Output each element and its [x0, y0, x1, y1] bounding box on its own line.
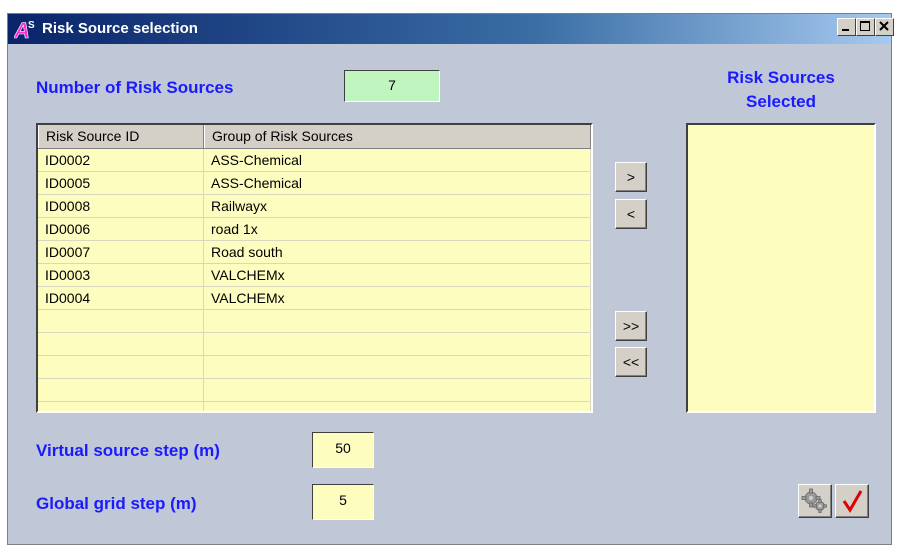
add-selected-button[interactable]: >	[615, 162, 647, 192]
maximize-icon	[860, 21, 870, 31]
cell-group: VALCHEMx	[204, 264, 591, 286]
risk-sources-table[interactable]: Risk Source ID Group of Risk Sources ID0…	[36, 123, 593, 413]
risk-sources-selected-title: Risk Sources Selected	[686, 66, 876, 114]
cell-risk-source-id: ID0005	[38, 172, 204, 194]
number-of-risk-sources-field: 7	[344, 70, 440, 102]
cell-risk-source-id: ID0007	[38, 241, 204, 263]
close-icon	[879, 21, 889, 31]
cell-group: Railwayx	[204, 195, 591, 217]
cell-group: ASS-Chemical	[204, 149, 591, 171]
settings-button[interactable]	[798, 484, 832, 518]
selected-title-line1: Risk Sources	[727, 68, 835, 87]
column-header-group[interactable]: Group of Risk Sources	[204, 125, 591, 148]
cell-group: ASS-Chemical	[204, 172, 591, 194]
minimize-icon	[842, 29, 849, 31]
table-row-empty	[38, 379, 591, 402]
logo-superscript: S	[28, 20, 35, 31]
table-row[interactable]: ID0008 Railwayx	[38, 195, 591, 218]
cell-risk-source-id: ID0008	[38, 195, 204, 217]
add-all-button[interactable]: >>	[615, 311, 647, 341]
cell-group: Road south	[204, 241, 591, 263]
virtual-source-step-label: Virtual source step (m)	[36, 441, 220, 460]
minimize-button[interactable]	[837, 18, 856, 36]
table-header: Risk Source ID Group of Risk Sources	[38, 125, 591, 149]
virtual-source-step-input[interactable]: 50	[312, 432, 374, 468]
table-row-empty	[38, 310, 591, 333]
table-row-empty	[38, 402, 591, 411]
table-row[interactable]: ID0004 VALCHEMx	[38, 287, 591, 310]
column-header-risk-source-id[interactable]: Risk Source ID	[38, 125, 204, 148]
table-row-empty	[38, 333, 591, 356]
cell-risk-source-id: ID0003	[38, 264, 204, 286]
close-button[interactable]	[875, 18, 894, 36]
table-row-empty	[38, 356, 591, 379]
global-grid-step-label: Global grid step (m)	[36, 494, 197, 513]
table-row[interactable]: ID0006 road 1x	[38, 218, 591, 241]
checkmark-icon	[842, 490, 863, 513]
risk-source-selection-window: A S Risk Source selection Number of Risk…	[7, 13, 894, 545]
cell-risk-source-id: ID0002	[38, 149, 204, 171]
selected-risk-sources-list[interactable]	[686, 123, 876, 413]
global-grid-step-input[interactable]: 5	[312, 484, 374, 520]
cell-group: road 1x	[204, 218, 591, 240]
table-row[interactable]: ID0003 VALCHEMx	[38, 264, 591, 287]
table-row[interactable]: ID0005 ASS-Chemical	[38, 172, 591, 195]
table-row[interactable]: ID0002 ASS-Chemical	[38, 149, 591, 172]
title-bar[interactable]: A S Risk Source selection	[8, 14, 894, 44]
cell-risk-source-id: ID0004	[38, 287, 204, 309]
window-title: Risk Source selection	[42, 20, 198, 37]
remove-all-button[interactable]: <<	[615, 347, 647, 377]
table-row[interactable]: ID0007 Road south	[38, 241, 591, 264]
maximize-button[interactable]	[856, 18, 875, 36]
gears-icon	[801, 488, 827, 513]
number-of-risk-sources-label: Number of Risk Sources	[36, 78, 234, 97]
ok-button[interactable]	[835, 484, 869, 518]
remove-selected-button[interactable]: <	[615, 199, 647, 229]
cell-risk-source-id: ID0006	[38, 218, 204, 240]
selected-title-line2: Selected	[746, 92, 816, 111]
app-logo-icon: A S	[14, 18, 35, 40]
cell-group: VALCHEMx	[204, 287, 591, 309]
